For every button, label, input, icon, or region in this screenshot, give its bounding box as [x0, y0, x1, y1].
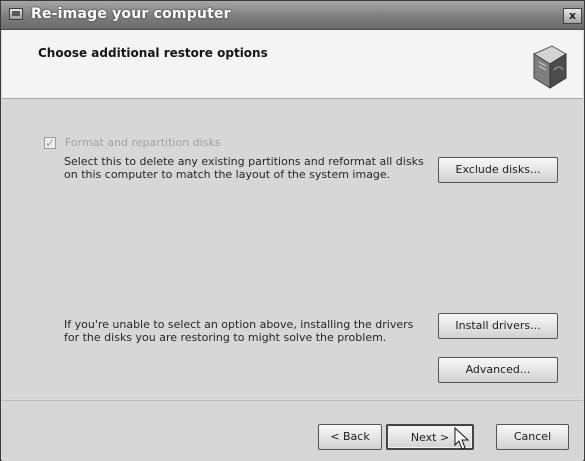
format-description: Select this to delete any existing parti… — [64, 155, 424, 181]
page-title: Choose additional restore options — [38, 46, 268, 60]
exclude-disks-button[interactable]: Exclude disks... — [438, 157, 558, 183]
title-bar[interactable]: Re-image your computer x — [1, 1, 584, 30]
content-area: ✓ Format and repartition disks Select th… — [2, 99, 583, 399]
drivers-description-line: for the disks you are restoring to might… — [64, 331, 387, 344]
close-button[interactable]: x — [563, 8, 582, 24]
check-mark-icon: ✓ — [45, 136, 56, 150]
install-drivers-button[interactable]: Install drivers... — [438, 313, 558, 339]
format-checkbox: ✓ — [44, 137, 56, 149]
re-image-dialog: Re-image your computer x Choose addition… — [0, 0, 585, 461]
restore-drive-icon — [532, 45, 567, 89]
back-button[interactable]: < Back — [318, 424, 382, 450]
advanced-button[interactable]: Advanced... — [438, 357, 558, 383]
drivers-description: If you're unable to select an option abo… — [64, 318, 413, 344]
format-checkbox-label: Format and repartition disks — [65, 136, 221, 149]
cancel-button[interactable]: Cancel — [496, 424, 569, 450]
window-icon — [9, 8, 23, 20]
drivers-description-line: If you're unable to select an option abo… — [64, 318, 414, 331]
format-description-line: on this computer to match the layout of … — [64, 168, 391, 181]
window-title: Re-image your computer — [31, 6, 231, 22]
wizard-footer: < Back Next > Cancel — [2, 400, 583, 461]
next-button[interactable]: Next > — [386, 424, 474, 450]
format-description-line: Select this to delete any existing parti… — [64, 155, 424, 168]
header-panel: Choose additional restore options — [2, 30, 583, 99]
